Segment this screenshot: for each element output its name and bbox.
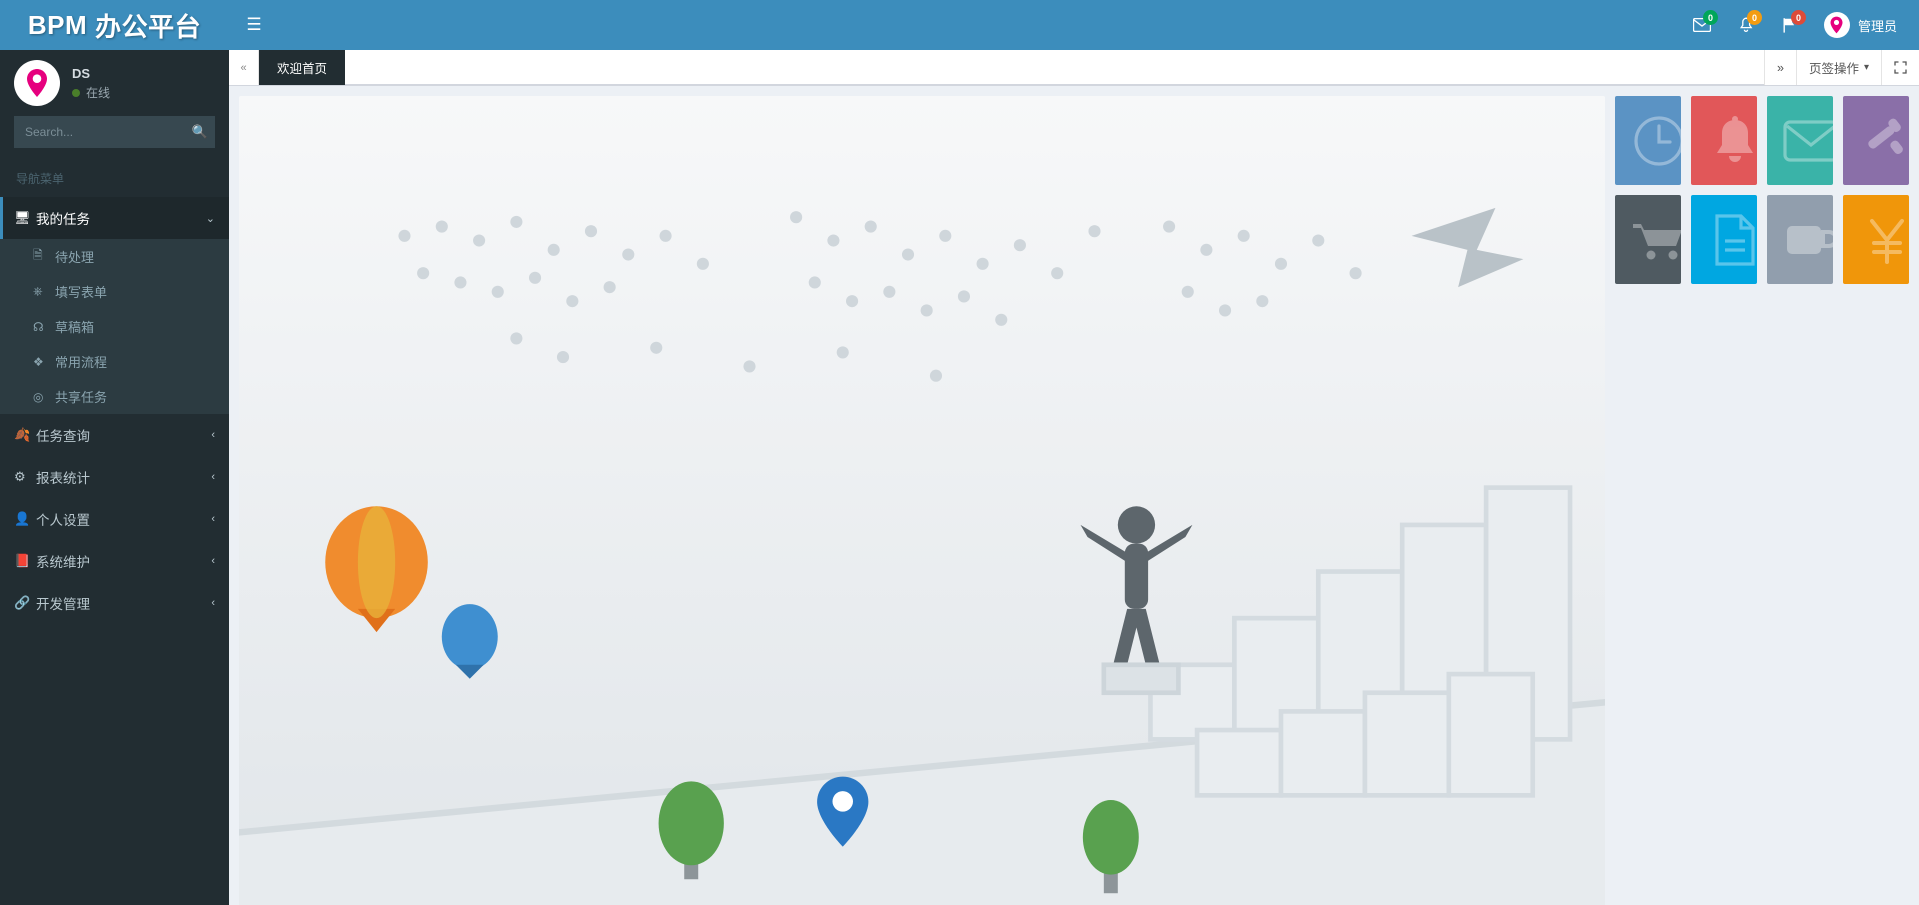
chevron-left-icon: ‹ [211,555,215,567]
sidebar-subitem-label: 常用流程 [55,355,108,370]
tile-unread-mail[interactable]: 0 封 邮件未读 [1767,96,1833,185]
gears-icon: ⚙ [14,469,26,484]
sidebar-item-label: 任务查询 [36,429,90,444]
bell-icon[interactable]: 0 [1724,0,1768,50]
content-area: 10 个 待办未处理 0 条 [229,86,1919,905]
chevron-left-icon: ‹ [211,429,215,441]
promo-illustration-icon [239,96,1605,905]
tab-scroll-left-icon[interactable]: « [229,50,259,85]
avatar [14,60,60,106]
location-pin-icon [27,69,47,97]
tile-drafts[interactable]: 1 件 草稿箱 [1615,195,1681,284]
sidebar-subitem-label: 填写表单 [55,285,108,300]
user-name: DS [72,65,91,81]
sidebar-subitem-common-process[interactable]: ❖ 常用流程 [0,344,229,379]
main-area: ☰ 0 0 0 管理员 « 欢迎首页 » 页签操作 ▾ [229,0,1919,905]
sidebar-item-label: 系统维护 [36,555,90,570]
tab-actions-menu[interactable]: 页签操作 ▾ [1795,50,1881,85]
sitemap-icon: ⎈ [33,284,43,298]
sidebar-item-label: 个人设置 [36,513,90,528]
user-icon: 👤 [14,511,31,526]
tile-common-processes[interactable]: 4 个 常用流程 [1691,195,1757,284]
chevron-left-icon: ‹ [211,597,215,609]
topbar-user-menu[interactable]: 管理员 [1812,12,1905,38]
file-icon [1705,213,1757,266]
yen-icon [1857,215,1909,265]
desktop-icon: 🖥 [14,210,31,225]
book-icon: 📕 [14,553,31,568]
sidebar: BPM 办公平台 DS 在线 🔍 导航菜单 [0,0,229,905]
inbox-icon: 🗎 [33,248,43,262]
sidebar-subitem-label: 待处理 [55,250,95,265]
sidebar-submenu-my-tasks: 🗎 待处理 ⎈ 填写表单 ☊ 草稿箱 ❖ 常用流程 ◎ 共享任务 [0,239,229,414]
chevron-down-icon: ⌄ [205,212,215,225]
tabbar-right: » 页签操作 ▾ [1764,50,1919,85]
search-icon[interactable]: 🔍 [185,116,215,148]
status-dot-icon [72,89,80,98]
sidebar-subitem-pending[interactable]: 🗎 待处理 [0,239,229,274]
leaf-icon: 🍂 [14,427,31,442]
tab-scroll-right-icon[interactable]: » [1764,50,1796,85]
bell-badge: 0 [1746,10,1762,25]
app-root: BPM 办公平台 DS 在线 🔍 导航菜单 [0,0,1919,905]
chevron-left-icon: ‹ [211,471,215,483]
promo-banner [239,96,1605,905]
stat-tiles-grid: 10 个 待办未处理 0 条 [1615,96,1909,284]
envelope-icon[interactable]: 0 [1680,0,1724,50]
topbar-user-label: 管理员 [1857,18,1897,34]
tile-pending-todo[interactable]: 10 个 待办未处理 [1615,96,1681,185]
sidebar-search: 🔍 [14,116,215,148]
share-icon: 🔗 [14,595,31,610]
menu-toggle-icon[interactable]: ☰ [229,0,279,50]
sidebar-item-my-tasks[interactable]: 🖥 我的任务 ⌄ [0,197,229,239]
fullscreen-icon[interactable] [1881,50,1919,85]
sidebar-item-personal-settings[interactable]: 👤 个人设置 ‹ [0,498,229,540]
sidebar-subitem-shared-tasks[interactable]: ◎ 共享任务 [0,379,229,414]
bell-icon [1705,115,1757,167]
clock-icon [1629,115,1681,167]
sidebar-item-report-stats[interactable]: ⚙ 报表统计 ‹ [0,456,229,498]
coffee-icon [1781,218,1833,262]
user-status: 在线 [72,84,110,103]
tabbar: « 欢迎首页 » 页签操作 ▾ [229,50,1919,86]
logo-text-cn: 办公平台 [95,11,202,42]
sidebar-subitem-label: 草稿箱 [55,320,95,335]
app-logo[interactable]: BPM 办公平台 [0,0,229,50]
chevron-left-icon: ‹ [211,513,215,525]
envelope-badge: 0 [1702,10,1718,25]
sidebar-item-label: 报表统计 [36,471,90,486]
chevron-down-icon: ▾ [1863,62,1869,73]
flag-badge: 0 [1790,10,1806,25]
tab-spacer [345,50,1764,85]
user-status-label: 在线 [86,85,111,100]
logo-text-en: BPM [27,9,88,40]
cart-icon [1629,218,1681,262]
avatar [1823,12,1850,38]
topbar-actions: 0 0 0 管理员 [1680,0,1919,50]
sidebar-item-label: 开发管理 [36,597,90,612]
tile-form-count[interactable]: 18 件 表单数 [1767,195,1833,284]
sidebar-item-task-query[interactable]: 🍂 任务查询 ‹ [0,414,229,456]
sidebar-subitem-fill-form[interactable]: ⎈ 填写表单 [0,274,229,309]
sidebar-subitem-label: 共享任务 [55,390,108,405]
tab-actions-label: 页签操作 [1808,62,1859,76]
envelope-icon [1781,119,1833,162]
tab-welcome-home[interactable]: 欢迎首页 [259,50,346,85]
circle-target-icon: ◎ [33,389,44,404]
sidebar-item-label: 我的任务 [36,212,90,227]
tile-shared-tasks[interactable]: 0 个 共享任务 [1843,96,1909,185]
gavel-icon [1857,117,1909,165]
user-panel[interactable]: DS 在线 [0,50,229,116]
tiles-and-promo: 10 个 待办未处理 0 条 [239,96,1909,905]
sidebar-item-dev-management[interactable]: 🔗 开发管理 ‹ [0,582,229,624]
tile-process-count[interactable]: 15 个 流程数 [1843,195,1909,284]
topbar: ☰ 0 0 0 管理员 [229,0,1919,50]
flag-icon: ❖ [33,354,44,369]
flag-icon[interactable]: 0 [1768,0,1812,50]
binoculars-icon: ☊ [33,319,44,334]
tile-unread-alerts[interactable]: 0 条 预警信息未读 [1691,96,1757,185]
sidebar-subitem-drafts[interactable]: ☊ 草稿箱 [0,309,229,344]
nav-header: 导航菜单 [16,172,65,186]
sidebar-item-system-maintenance[interactable]: 📕 系统维护 ‹ [0,540,229,582]
